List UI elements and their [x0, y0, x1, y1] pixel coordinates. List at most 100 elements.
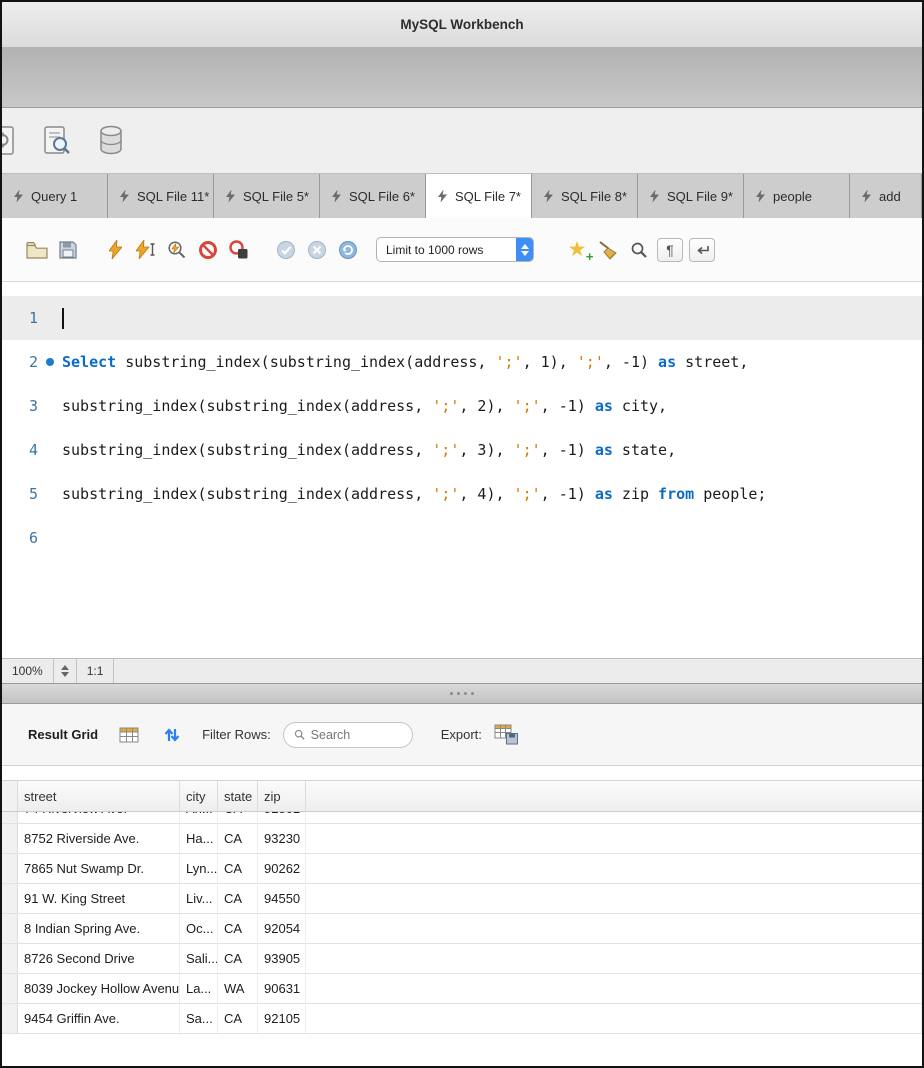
table-row[interactable]: 74 Riverview Ave.An...CA92801: [2, 812, 922, 824]
tab-sql-file-5[interactable]: SQL File 5*: [214, 174, 320, 218]
table-row[interactable]: 8726 Second Drive Sali... CA 93905: [2, 944, 922, 974]
schema-button[interactable]: [96, 124, 126, 158]
limit-rows-dropdown[interactable]: Limit to 1000 rows: [376, 237, 534, 262]
code-text: substring_index(substring_index(address,…: [62, 485, 767, 503]
column-header-state[interactable]: state: [218, 781, 258, 811]
stepper-up-icon: [60, 665, 69, 670]
cell-city: An...: [180, 812, 218, 823]
execute-button[interactable]: [102, 234, 128, 266]
tab-query-1[interactable]: Query 1: [2, 174, 108, 218]
stop-on-error-icon: [229, 239, 248, 258]
result-grid-toolbar: Result Grid Filter Rows: Search Export:: [2, 704, 922, 766]
refresh-arrows-icon: [164, 727, 180, 742]
execute-current-button[interactable]: [133, 234, 159, 266]
text-cursor: [62, 307, 64, 329]
tab-bolt-icon: [332, 189, 341, 203]
tab-people[interactable]: people: [744, 174, 850, 218]
save-button[interactable]: [55, 234, 81, 266]
line-marker: [38, 358, 62, 366]
code-line-4[interactable]: 4 substring_index(substring_index(address…: [2, 428, 922, 472]
toggle-invisibles-button[interactable]: ¶: [657, 237, 683, 262]
cell-street: 9454 Griffin Ave.: [18, 1004, 180, 1033]
commit-button[interactable]: [273, 234, 299, 266]
table-row[interactable]: 8039 Jockey Hollow Avenue La... WA 90631: [2, 974, 922, 1004]
pilcrow-icon: ¶: [666, 241, 674, 258]
grid-view-button[interactable]: [116, 719, 142, 751]
cell-filler: [306, 914, 922, 943]
table-row[interactable]: 91 W. King Street Liv... CA 94550: [2, 884, 922, 914]
code-line-6[interactable]: 6: [2, 516, 922, 560]
wrap-text-icon: [697, 245, 709, 254]
tab-label: add: [879, 188, 901, 204]
beautify-button[interactable]: [595, 234, 621, 266]
cell-city: Lyn...: [180, 854, 218, 883]
table-row[interactable]: 7865 Nut Swamp Dr. Lyn... CA 90262: [2, 854, 922, 884]
database-icon: [100, 125, 122, 154]
row-gutter: [2, 974, 18, 1003]
splitter-grip-dot: [457, 692, 460, 695]
tab-bolt-icon: [438, 189, 447, 203]
tab-label: Query 1: [31, 188, 78, 204]
tab-sql-file-8[interactable]: SQL File 8*: [532, 174, 638, 218]
tab-add[interactable]: add: [850, 174, 922, 218]
admin-button[interactable]: [2, 125, 18, 157]
row-gutter: [2, 812, 18, 823]
table-row[interactable]: 8752 Riverside Ave. Ha... CA 93230: [2, 824, 922, 854]
search-input[interactable]: [310, 727, 402, 742]
title-bar[interactable]: MySQL Workbench: [2, 2, 922, 48]
main-toolbar: [2, 108, 922, 174]
save-snippet-button[interactable]: ★ +: [564, 234, 594, 266]
code-line-1[interactable]: 1: [2, 296, 922, 340]
find-button[interactable]: [626, 234, 652, 266]
row-gutter: [2, 884, 18, 913]
cell-zip: 93905: [258, 944, 306, 973]
cell-street: 74 Riverview Ave.: [18, 812, 180, 823]
code-line-2[interactable]: 2 Select substring_index(substring_index(…: [2, 340, 922, 384]
sql-editor[interactable]: 1 2 Select substring_index(substring_index…: [2, 282, 922, 658]
line-number: 2: [28, 353, 38, 371]
tab-bolt-icon: [756, 189, 765, 203]
zoom-stepper[interactable]: [54, 659, 77, 683]
tab-bolt-icon: [650, 189, 659, 203]
cell-street: 8039 Jockey Hollow Avenue: [18, 974, 180, 1003]
grid-body: 74 Riverview Ave.An...CA928018752 Rivers…: [2, 812, 922, 1066]
filter-search-box[interactable]: [282, 721, 413, 748]
tab-sql-file-7[interactable]: SQL File 7*: [426, 174, 532, 218]
refresh-button[interactable]: [159, 719, 185, 751]
inspect-button[interactable]: [42, 125, 72, 157]
tab-sql-file-11[interactable]: SQL File 11*: [108, 174, 214, 218]
pane-splitter[interactable]: [2, 684, 922, 704]
cell-street: 8752 Riverside Ave.: [18, 824, 180, 853]
stop-button[interactable]: [195, 234, 221, 266]
table-row[interactable]: 8 Indian Spring Ave. Oc... CA 92054: [2, 914, 922, 944]
toggle-wrap-button[interactable]: [689, 237, 715, 262]
column-header-zip[interactable]: zip: [258, 781, 306, 811]
cell-filler: [306, 812, 922, 823]
column-header-city[interactable]: city: [180, 781, 218, 811]
cell-street: 8 Indian Spring Ave.: [18, 914, 180, 943]
export-button[interactable]: [494, 719, 520, 751]
tab-label: SQL File 9*: [667, 188, 733, 204]
table-row[interactable]: 9454 Griffin Ave. Sa... CA 92105: [2, 1004, 922, 1034]
code-lines: 1 2 Select substring_index(substring_index…: [2, 296, 922, 560]
explain-button[interactable]: [164, 234, 190, 266]
line-number: 4: [28, 441, 38, 459]
code-line-3[interactable]: 3 substring_index(substring_index(address…: [2, 384, 922, 428]
tab-bar: Query 1 SQL File 11* SQL File 5* SQL File 6…: [2, 174, 922, 218]
toggle-stop-on-error-button[interactable]: [226, 234, 252, 266]
cell-zip: 93230: [258, 824, 306, 853]
toggle-autocommit-button[interactable]: [335, 234, 361, 266]
cell-filler: [306, 884, 922, 913]
rollback-button[interactable]: [304, 234, 330, 266]
cell-zip: 92801: [258, 812, 306, 823]
tab-sql-file-9[interactable]: SQL File 9*: [638, 174, 744, 218]
cell-city: Sa...: [180, 1004, 218, 1033]
column-header-street[interactable]: street: [18, 781, 180, 811]
tab-sql-file-6[interactable]: SQL File 6*: [320, 174, 426, 218]
tab-label: SQL File 5*: [243, 188, 309, 204]
result-grid-title: Result Grid: [28, 727, 99, 742]
code-line-5[interactable]: 5 substring_index(substring_index(address…: [2, 472, 922, 516]
open-file-button[interactable]: [24, 234, 50, 266]
stop-icon: [199, 240, 217, 259]
tab-label: people: [773, 188, 813, 204]
